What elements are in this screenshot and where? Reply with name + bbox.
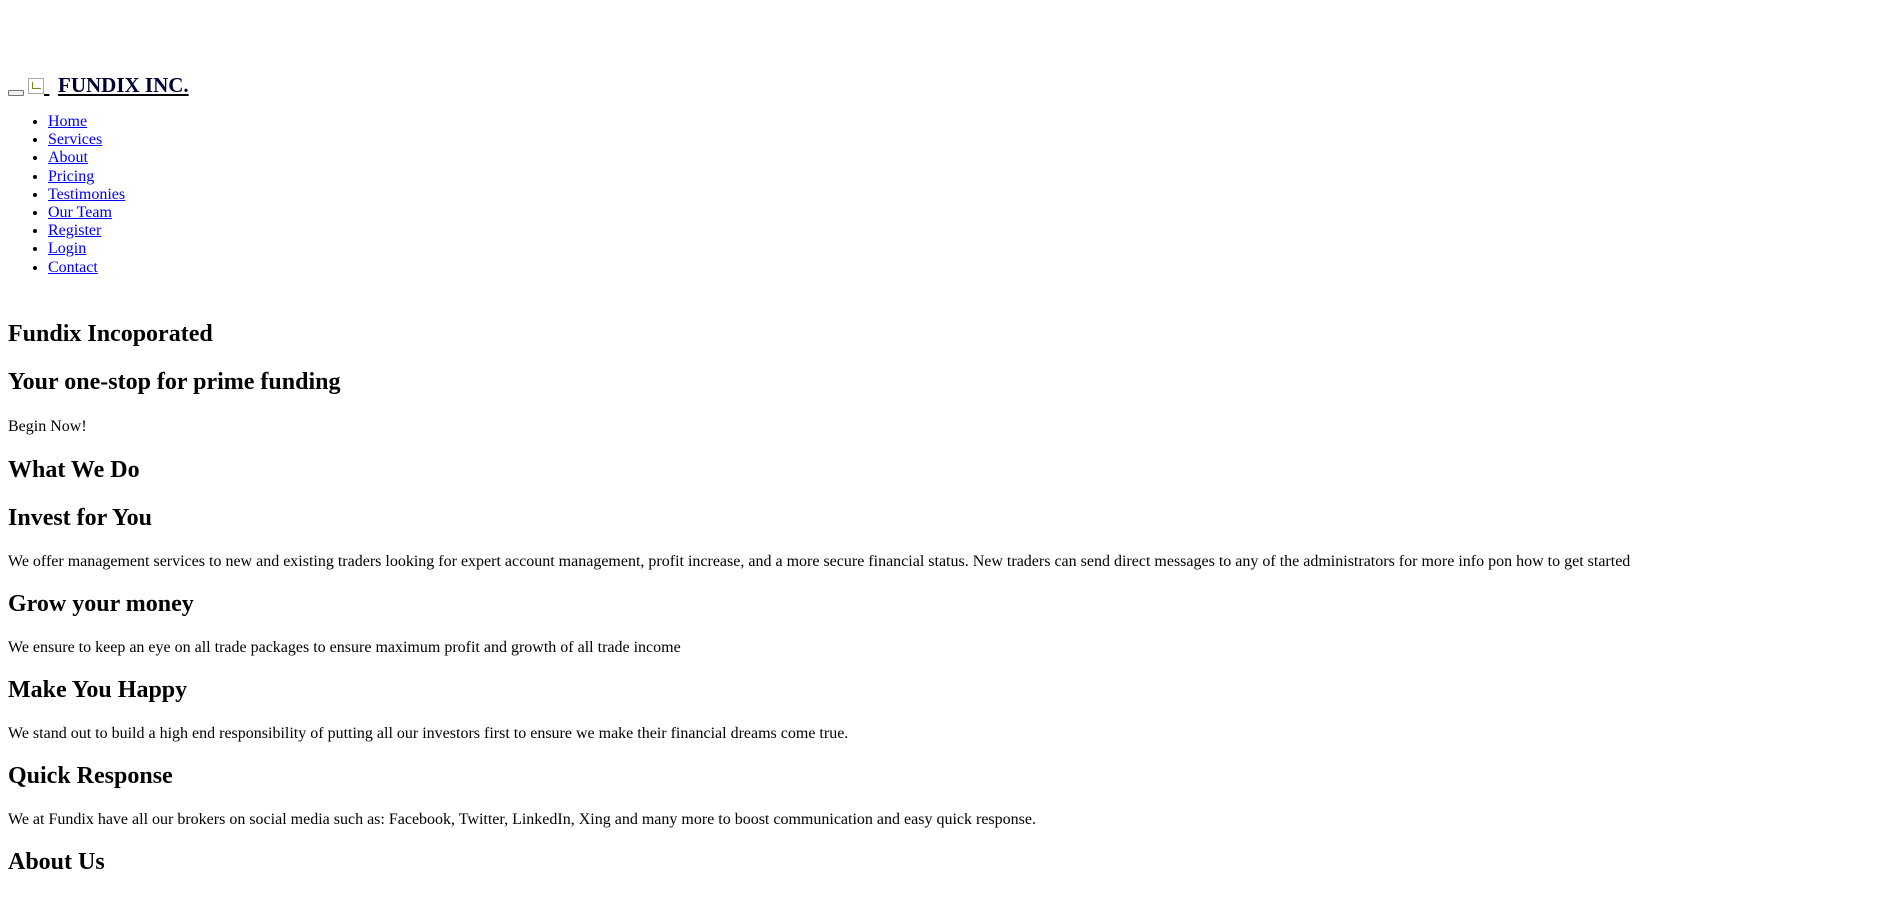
main-nav: Home Services About Pricing Testimonies …	[8, 113, 125, 277]
nav-item-about: About	[48, 149, 125, 167]
nav-link-services[interactable]: Services	[48, 131, 102, 148]
brand-link[interactable]: FUNDIX INC.	[28, 73, 189, 97]
services-heading: What We Do	[8, 457, 140, 483]
nav-item-testimonies: Testimonies	[48, 186, 125, 204]
logo-image-icon	[28, 78, 44, 95]
site-header: FUNDIX INC.	[8, 73, 189, 97]
nav-item-home: Home	[48, 113, 125, 131]
brand-name: FUNDIX INC.	[58, 73, 189, 97]
nav-item-our-team: Our Team	[48, 204, 125, 222]
nav-link-contact[interactable]: Contact	[48, 259, 98, 276]
nav-link-pricing[interactable]: Pricing	[48, 168, 94, 185]
nav-link-about[interactable]: About	[48, 149, 88, 166]
nav-link-testimonies[interactable]: Testimonies	[48, 186, 125, 203]
service-title-invest: Invest for You	[8, 505, 153, 531]
nav-link-register[interactable]: Register	[48, 222, 101, 239]
service-text-response: We at Fundix have all our brokers on soc…	[8, 811, 1036, 828]
about-heading: About Us	[8, 849, 105, 875]
nav-link-our-team[interactable]: Our Team	[48, 204, 112, 221]
nav-item-services: Services	[48, 131, 125, 149]
service-text-grow: We ensure to keep an eye on all trade pa…	[8, 639, 681, 656]
service-title-happy: Make You Happy	[8, 677, 188, 703]
service-title-grow: Grow your money	[8, 591, 194, 617]
menu-toggle-button[interactable]	[8, 90, 24, 97]
service-title-response: Quick Response	[8, 763, 173, 789]
hero-title: Fundix Incoporated	[8, 321, 213, 347]
brand-spacer	[44, 73, 58, 97]
begin-now-button[interactable]: Begin Now!	[8, 418, 87, 436]
nav-item-contact: Contact	[48, 259, 125, 277]
nav-item-pricing: Pricing	[48, 168, 125, 186]
nav-link-home[interactable]: Home	[48, 113, 87, 130]
service-text-invest: We offer management services to new and …	[8, 553, 1631, 570]
hero-subtitle: Your one-stop for prime funding	[8, 369, 341, 395]
service-text-happy: We stand out to build a high end respons…	[8, 725, 849, 742]
nav-item-login: Login	[48, 240, 125, 258]
page: FUNDIX INC. Home Services About Pricing …	[0, 0, 1887, 904]
nav-item-register: Register	[48, 222, 125, 240]
nav-link-login[interactable]: Login	[48, 240, 86, 257]
